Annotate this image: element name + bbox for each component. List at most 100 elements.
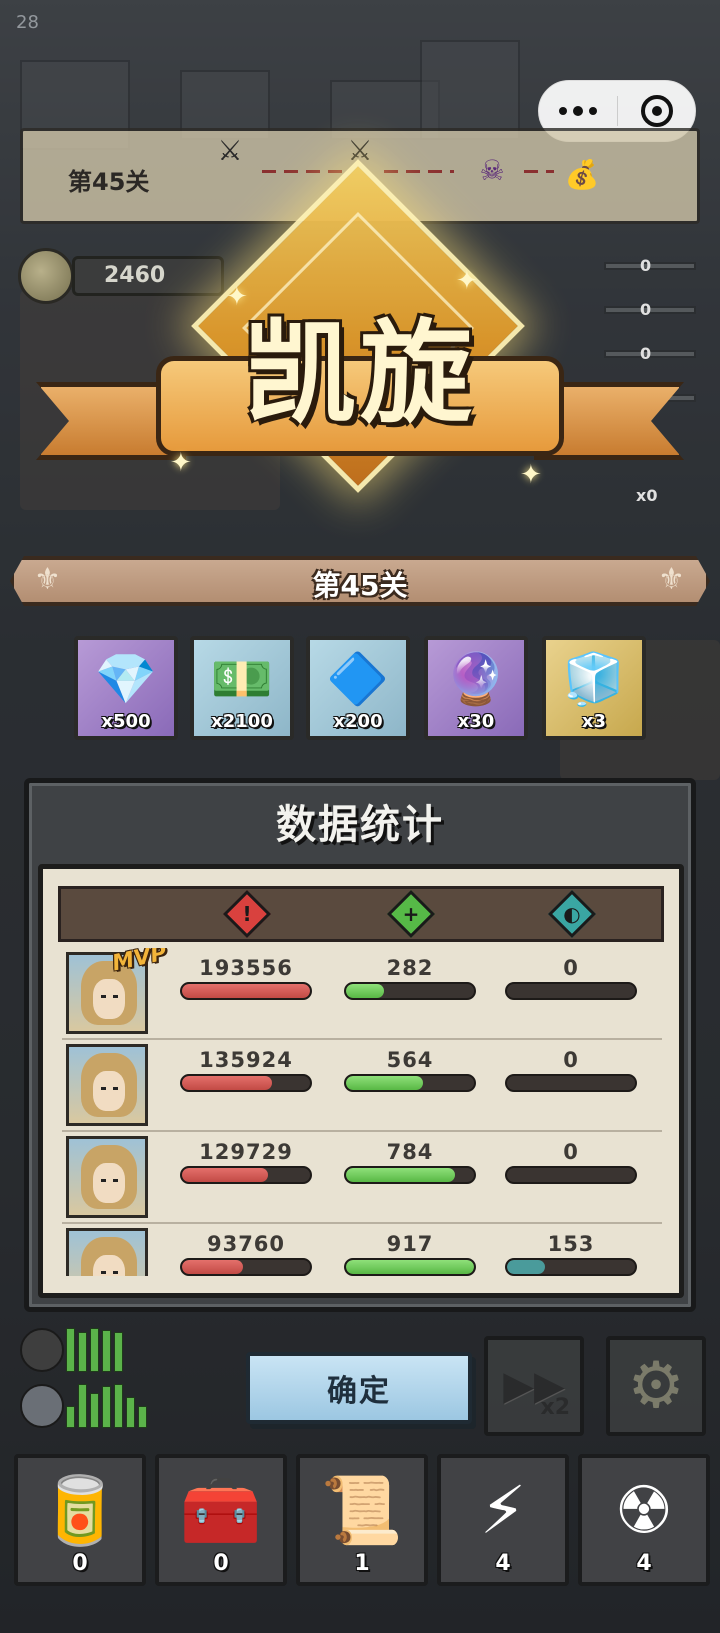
damage-bar: [182, 1260, 244, 1274]
shield-icon: ◐: [547, 889, 597, 939]
table-row: 93760 917 153: [62, 1224, 662, 1276]
hp-bar: [102, 1386, 111, 1428]
damage-stat: 93760: [180, 1232, 312, 1276]
heal-bar: [346, 1168, 455, 1182]
item-count: 0: [72, 1551, 88, 1576]
item-count: 4: [636, 1551, 652, 1576]
hp-bar: [102, 1330, 111, 1372]
item-slot-scroll[interactable]: 📜 1: [296, 1454, 428, 1586]
hp-bar: [78, 1384, 87, 1428]
shield-bar: [507, 1260, 546, 1274]
coin-value: 2460: [104, 263, 166, 288]
speed-label: x2: [540, 1395, 571, 1420]
dot-icon: [573, 106, 583, 116]
hp-bar: [66, 1406, 75, 1428]
reward-qty: x2100: [211, 711, 273, 732]
lightning-talisman-icon: ⚡: [479, 1472, 527, 1549]
confirm-button[interactable]: 确定: [246, 1352, 472, 1424]
damage-stat: 193556: [180, 956, 312, 1000]
demon-boss-icon: ☠: [479, 153, 505, 187]
heal-stat: 282: [344, 956, 476, 1000]
damage-bar: [182, 1076, 272, 1090]
route-line: [524, 170, 554, 173]
heal-stat: 564: [344, 1048, 476, 1092]
route-line: [384, 170, 454, 173]
reward-qty: x3: [581, 711, 607, 732]
item-slot-nuke-bomb[interactable]: ☢ 4: [578, 1454, 710, 1586]
reward-cash-note[interactable]: 💵 x2100: [190, 636, 294, 740]
reward-qty: x500: [101, 711, 151, 732]
violet-crystal-icon: 🔮: [444, 649, 508, 708]
damage-stat: 135924: [180, 1048, 312, 1092]
damage-stat: 129729: [180, 1140, 312, 1184]
gear-icon: ⚙: [627, 1349, 685, 1423]
sparkle-icon: ✦: [520, 460, 542, 490]
item-slot-medkit[interactable]: 🧰 0: [155, 1454, 287, 1586]
team-hp-bars: [66, 1326, 162, 1372]
hp-bar: [78, 1332, 87, 1372]
target-icon: [640, 95, 673, 127]
dot-icon: [589, 107, 597, 115]
heal-stat: 917: [344, 1232, 476, 1276]
reward-crystal-shards[interactable]: 🔷 x200: [306, 636, 410, 740]
hp-bar: [114, 1384, 123, 1428]
item-count: 1: [354, 1551, 370, 1576]
item-slot-cola-can[interactable]: 🥫 0: [14, 1454, 146, 1586]
hp-bar: [90, 1392, 99, 1428]
shield-stat: 153: [505, 1232, 637, 1276]
stage-label: 第45关: [68, 168, 150, 196]
money-bag-icon: 💰: [564, 157, 600, 191]
hero-portrait: [66, 1044, 148, 1126]
crossed-swords-icon: ⚔: [217, 133, 243, 167]
crystal-shards-icon: 🔷: [326, 649, 390, 708]
stats-rows[interactable]: MVP 193556 282 0 135924 564 0 129729 784…: [62, 948, 662, 1276]
reward-qty: x200: [333, 711, 383, 732]
cola-can-icon: 🥫: [38, 1472, 122, 1549]
cash-note-icon: 💵: [210, 649, 274, 708]
heal-stat: 784: [344, 1140, 476, 1184]
victory-title: 凯旋: [244, 309, 476, 439]
hero-portrait: [66, 1228, 148, 1276]
damage-bar: [182, 984, 310, 998]
item-count: 0: [213, 1551, 229, 1576]
reward-cube-block[interactable]: 🧊 x3: [542, 636, 646, 740]
hp-bar: [138, 1406, 147, 1428]
reward-purple-gem[interactable]: 💎 x500: [74, 636, 178, 740]
hero-portrait: [66, 1136, 148, 1218]
close-mini-program-button[interactable]: [618, 95, 695, 127]
reward-violet-crystal[interactable]: 🔮 x30: [424, 636, 528, 740]
fps-counter: 28: [16, 12, 39, 33]
side-counter: 0: [640, 256, 652, 275]
heal-bar: [346, 984, 385, 998]
item-slot-lightning-talisman[interactable]: ⚡ 4: [437, 1454, 569, 1586]
cube-block-icon: 🧊: [562, 649, 626, 708]
dot-icon: [559, 107, 567, 115]
damage-sword-icon: !: [222, 889, 272, 939]
team-hp-bars: [66, 1382, 162, 1428]
shield-stat: 0: [505, 1140, 637, 1184]
speed-toggle-button[interactable]: ▶▶ x2: [484, 1336, 584, 1436]
sparkle-icon: ✦: [226, 282, 248, 312]
team-avatar: [20, 1384, 64, 1428]
team-avatar: [20, 1328, 64, 1372]
side-counter: x0: [636, 486, 658, 505]
stats-title: 数据统计: [276, 802, 444, 848]
hp-bar: [66, 1328, 75, 1372]
shield-stat: 0: [505, 1048, 637, 1092]
reward-qty: x30: [457, 711, 495, 732]
hp-bar: [126, 1397, 135, 1428]
heal-heart-icon: +: [386, 889, 436, 939]
shield-stat: 0: [505, 956, 637, 1000]
sparkle-icon: ✦: [170, 448, 192, 478]
level-title: 第45关: [312, 569, 408, 602]
coin-icon: [18, 248, 74, 304]
route-line: [262, 170, 350, 173]
purple-gem-icon: 💎: [94, 649, 158, 708]
table-row: 135924 564 0: [62, 1040, 662, 1132]
nuke-bomb-icon: ☢: [614, 1472, 674, 1549]
medkit-icon: 🧰: [179, 1472, 263, 1549]
scroll-icon: 📜: [320, 1472, 404, 1549]
settings-button[interactable]: ⚙: [606, 1336, 706, 1436]
hp-bar: [90, 1328, 99, 1372]
heal-bar: [346, 1260, 474, 1274]
